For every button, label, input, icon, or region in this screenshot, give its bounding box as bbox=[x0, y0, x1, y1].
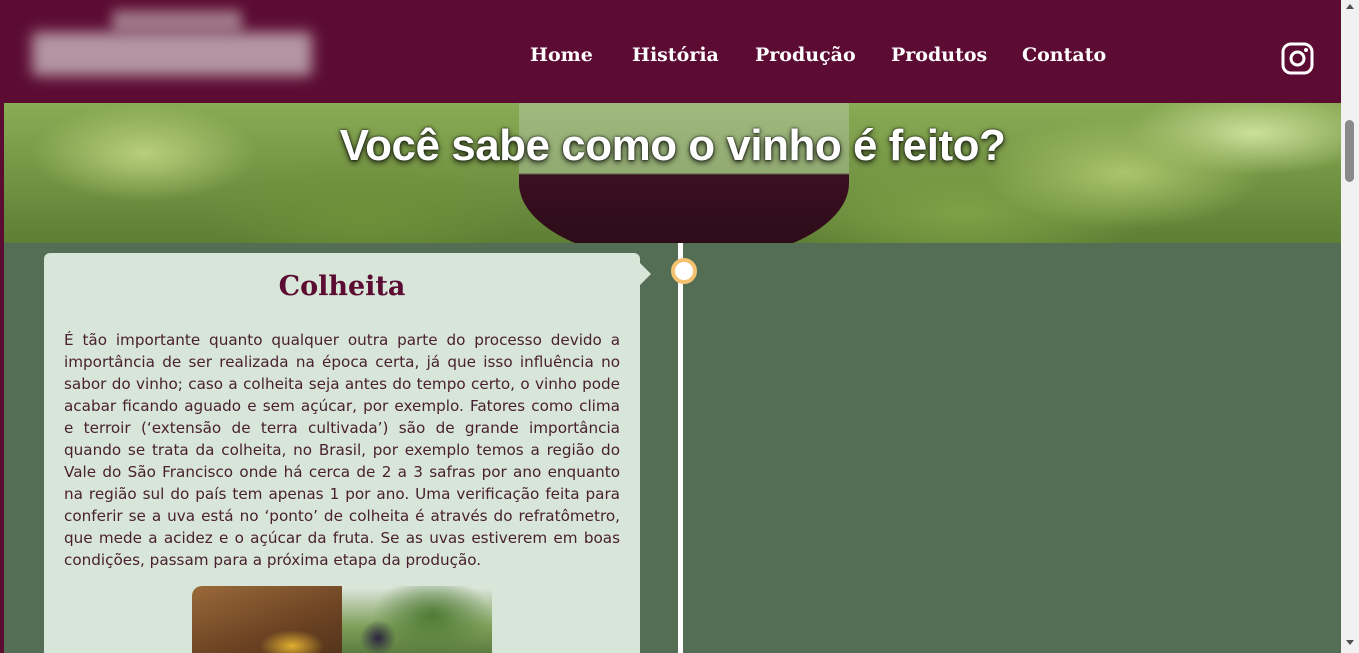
banner-title: Você sabe como o vinho é feito? bbox=[339, 121, 1006, 170]
scroll-thumb[interactable] bbox=[1345, 120, 1354, 182]
timeline-line bbox=[678, 243, 683, 653]
hero-banner: Você sabe como o vinho é feito? bbox=[4, 103, 1341, 243]
card-title: Colheita bbox=[278, 271, 406, 302]
nav-producao[interactable]: Produção bbox=[755, 44, 856, 66]
card-pointer bbox=[640, 263, 651, 285]
harvest-crate-image bbox=[192, 586, 342, 653]
site-header: Home História Produção Produtos Contato bbox=[0, 0, 1341, 103]
timeline-card-colheita: Colheita É tão importante quanto qualque… bbox=[44, 253, 640, 653]
grape-vine-image bbox=[342, 586, 492, 653]
logo-blur-top bbox=[112, 10, 242, 32]
nav-historia[interactable]: História bbox=[632, 44, 719, 66]
nav-home[interactable]: Home bbox=[530, 44, 593, 66]
timeline-dot bbox=[671, 258, 697, 284]
window-frame-left bbox=[0, 0, 4, 653]
main-nav: Home História Produção Produtos Contato bbox=[0, 44, 1341, 72]
scroll-up-icon[interactable] bbox=[1346, 4, 1354, 9]
instagram-icon[interactable] bbox=[1281, 42, 1314, 75]
scroll-down-icon[interactable] bbox=[1346, 640, 1354, 645]
nav-contato[interactable]: Contato bbox=[1022, 44, 1106, 66]
vertical-scrollbar[interactable] bbox=[1341, 0, 1359, 653]
card-text: É tão importante quanto qualquer outra p… bbox=[64, 331, 620, 569]
nav-produtos[interactable]: Produtos bbox=[891, 44, 987, 66]
